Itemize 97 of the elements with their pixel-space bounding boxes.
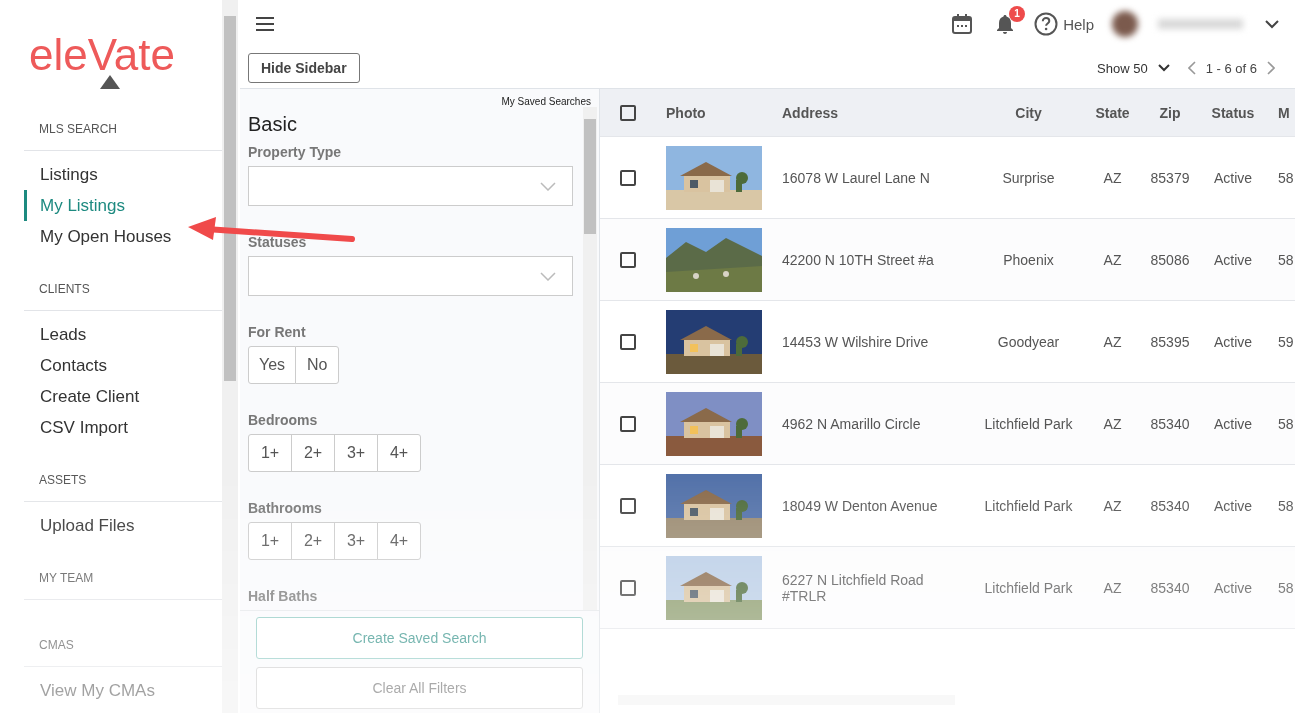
toggle-option[interactable]: 3+ (334, 522, 378, 560)
column-header[interactable]: State (1095, 104, 1130, 121)
table-cell: 85340 (1150, 579, 1190, 596)
field-label: Half Baths (248, 588, 319, 604)
table-cell: Active (1213, 415, 1253, 432)
section-title: Basic (248, 113, 298, 136)
table-cell: Active (1213, 497, 1253, 514)
select-field[interactable] (248, 256, 573, 296)
field-label: Property Type (248, 144, 343, 160)
table-cell: AZ (1103, 251, 1122, 268)
table-cell: 85379 (1150, 169, 1190, 186)
scrollbar[interactable] (222, 0, 238, 713)
table-cell: Surprise (1002, 169, 1055, 186)
table-cell: 58 (1278, 497, 1294, 514)
checkbox[interactable] (620, 169, 636, 186)
checkbox[interactable] (620, 497, 636, 514)
toggle-option[interactable]: 2+ (291, 434, 335, 472)
field-label: Bedrooms (248, 412, 319, 428)
table-cell: Active (1213, 251, 1253, 268)
toggle-option[interactable]: 1+ (248, 434, 292, 472)
hide-sidebar-button[interactable]: Hide Sidebar (248, 53, 360, 83)
notification-badge: 1 (1009, 5, 1026, 22)
triangle-icon (100, 75, 120, 89)
table-cell: 42200 N 10TH Street #a (782, 251, 934, 268)
table-cell: 85395 (1150, 333, 1190, 350)
table-cell: Phoenix (1003, 251, 1054, 268)
toggle-option[interactable]: 1+ (248, 522, 292, 560)
table-cell: 59 (1278, 333, 1294, 350)
toggle-option[interactable]: No (295, 346, 340, 384)
table-cell: 58 (1278, 169, 1294, 186)
sidebar-item[interactable]: Upload Files (24, 510, 222, 541)
toggle-option[interactable]: Yes (248, 346, 297, 384)
bell-icon[interactable] (996, 14, 1015, 34)
sidebar-item[interactable]: Contacts (24, 350, 222, 381)
table-cell: 85086 (1150, 251, 1190, 268)
help-icon (1034, 12, 1059, 36)
chevron-down-icon (540, 181, 556, 191)
column-header[interactable]: Address (782, 104, 839, 121)
table-cell: AZ (1103, 497, 1122, 514)
sidebar-item[interactable]: Leads (24, 319, 222, 350)
table-cell: Active (1213, 169, 1253, 186)
chevron-down-icon (1157, 64, 1170, 72)
column-header[interactable]: M (1278, 104, 1290, 121)
toggle-option[interactable]: 3+ (334, 434, 378, 472)
column-header[interactable]: Status (1211, 104, 1255, 121)
table-cell: AZ (1103, 415, 1122, 432)
scrollbar[interactable] (583, 107, 597, 610)
field-label: For Rent (248, 324, 307, 340)
select-field[interactable] (248, 166, 573, 206)
table-cell: 58 (1278, 579, 1294, 596)
calendar-icon[interactable] (952, 14, 973, 34)
toggle-option[interactable]: 4+ (377, 522, 421, 560)
checkbox[interactable] (620, 579, 636, 596)
table-cell: 16078 W Laurel Lane N (782, 169, 930, 186)
table-cell: AZ (1103, 579, 1122, 596)
field-label: Bathrooms (248, 500, 323, 516)
saved-searches-link[interactable]: My Saved Searches (240, 89, 599, 107)
checkbox[interactable] (620, 415, 636, 432)
sidebar-item[interactable]: Listings (24, 159, 222, 190)
sidebar-item[interactable]: Create Client (24, 381, 222, 412)
column-header[interactable]: Photo (666, 104, 706, 121)
toggle-option[interactable]: 4+ (377, 434, 421, 472)
table-cell: 58 (1278, 415, 1294, 432)
help-link[interactable]: Help (1034, 12, 1094, 36)
menu-icon[interactable] (256, 17, 274, 31)
toggle-option[interactable]: 2+ (291, 522, 335, 560)
table-cell: AZ (1103, 333, 1122, 350)
table-cell: 14453 W Wilshire Drive (782, 333, 929, 350)
checkbox[interactable] (620, 104, 636, 121)
chevron-down-icon (540, 271, 556, 281)
column-header[interactable]: Zip (1159, 104, 1181, 121)
page-size-dropdown[interactable]: Show 50 (1097, 60, 1170, 76)
column-header[interactable]: City (1015, 104, 1042, 121)
table-cell: 6227 N Litchfield Road #TRLR (782, 571, 924, 604)
table-cell: Litchfield Park (984, 497, 1073, 514)
table-cell: 85340 (1150, 497, 1190, 514)
chevron-right-icon[interactable] (1267, 61, 1275, 75)
table-cell: 85340 (1150, 415, 1190, 432)
table-cell: Litchfield Park (984, 579, 1073, 596)
table-cell: 4962 N Amarillo Circle (782, 415, 921, 432)
table-cell: AZ (1103, 169, 1122, 186)
logo: eleVate (29, 36, 175, 74)
sidebar-item[interactable]: My Open Houses (24, 221, 222, 252)
page-range: 1 - 6 of 6 (1205, 60, 1257, 76)
table-cell: Goodyear (997, 333, 1060, 350)
field-label: Statuses (248, 234, 308, 250)
table-cell: Active (1213, 579, 1253, 596)
sidebar-item[interactable]: CSV Import (24, 412, 222, 443)
avatar[interactable] (1112, 11, 1138, 37)
table-cell: Litchfield Park (984, 415, 1073, 432)
table-cell: 58 (1278, 251, 1294, 268)
checkbox[interactable] (620, 251, 636, 268)
table-cell: 18049 W Denton Avenue (782, 497, 938, 514)
checkbox[interactable] (620, 333, 636, 350)
chevron-left-icon[interactable] (1187, 61, 1196, 75)
table-cell: Active (1213, 333, 1253, 350)
chevron-down-icon[interactable] (1265, 19, 1279, 29)
